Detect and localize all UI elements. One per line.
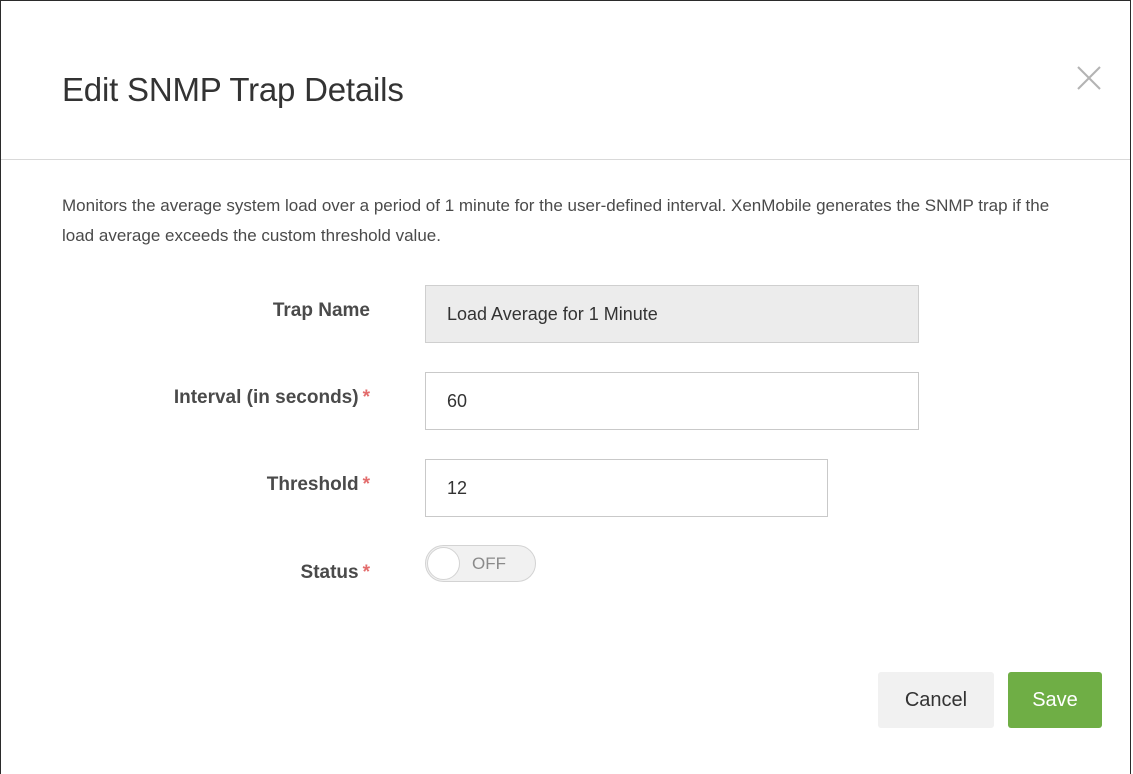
toggle-state-text: OFF — [472, 554, 506, 573]
threshold-label: Threshold * — [267, 474, 370, 496]
trap-name-label-text: Trap Name — [272, 300, 370, 321]
required-marker: * — [362, 387, 370, 408]
cancel-button[interactable]: Cancel — [878, 672, 994, 728]
edit-snmp-trap-dialog: Edit SNMP Trap Details Monitors the aver… — [0, 0, 1131, 774]
required-marker: * — [362, 562, 370, 583]
dialog-header: Edit SNMP Trap Details — [1, 1, 1130, 160]
interval-label: Interval (in seconds) * — [174, 387, 370, 409]
dialog-description: Monitors the average system load over a … — [62, 196, 1050, 245]
close-icon-glyph — [1077, 66, 1101, 90]
required-marker: * — [362, 474, 370, 495]
save-button[interactable]: Save — [1008, 672, 1102, 728]
status-label-text: Status — [300, 562, 359, 583]
status-toggle[interactable]: OFF — [425, 545, 536, 582]
interval-label-text: Interval (in seconds) — [173, 387, 359, 408]
threshold-label-text: Threshold — [266, 474, 359, 495]
toggle-knob — [427, 547, 460, 580]
status-label: Status * — [301, 562, 370, 584]
close-icon[interactable] — [1072, 61, 1106, 95]
trap-name-label: Trap Name — [273, 300, 370, 322]
trap-name-field[interactable] — [425, 285, 919, 343]
threshold-field[interactable] — [425, 459, 828, 517]
interval-field[interactable] — [425, 372, 919, 430]
dialog-title: Edit SNMP Trap Details — [62, 71, 404, 108]
